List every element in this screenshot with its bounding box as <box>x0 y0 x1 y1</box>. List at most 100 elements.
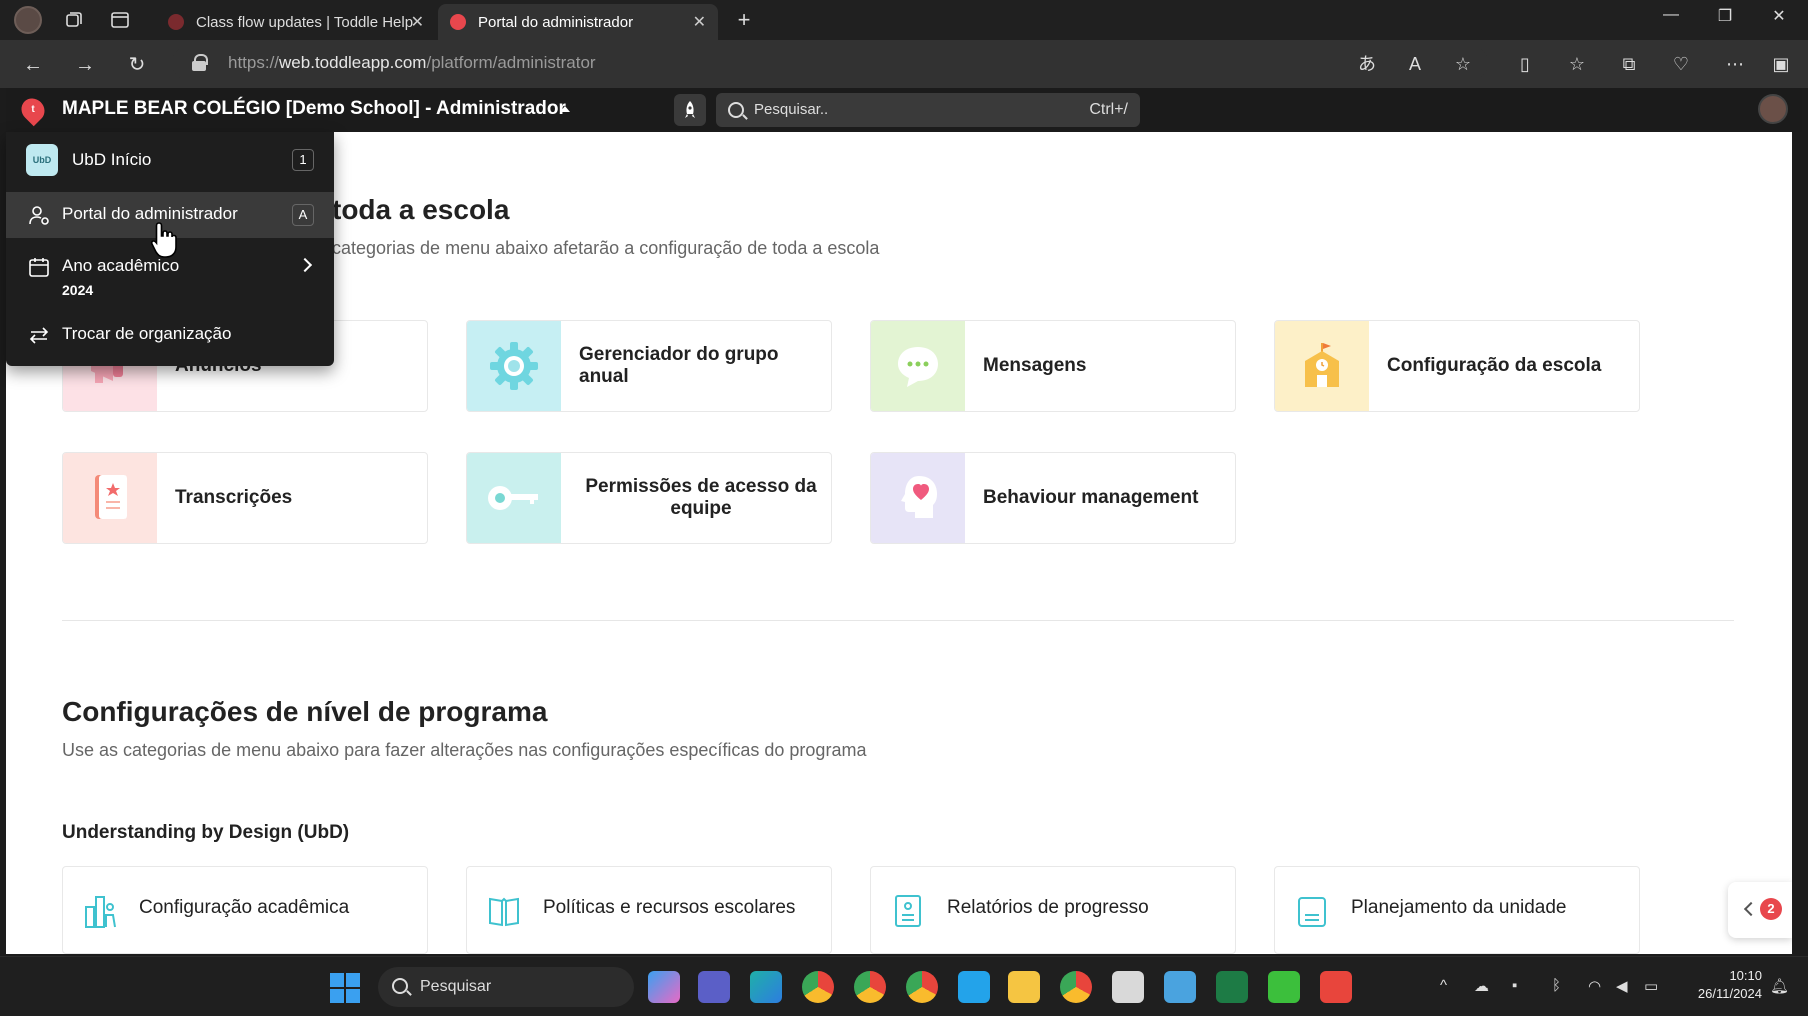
split-screen-icon[interactable]: ▯ <box>1512 51 1538 77</box>
wifi-icon[interactable]: ◠ <box>1588 977 1601 995</box>
collections-icon[interactable]: ⧉ <box>1616 51 1642 77</box>
card-politicas-recursos[interactable]: Políticas e recursos escolares <box>466 866 832 954</box>
card-label: Relatórios de progresso <box>947 897 1149 918</box>
close-tab-icon[interactable]: ✕ <box>693 12 706 32</box>
card-label: Políticas e recursos escolares <box>543 897 796 918</box>
toddle-logo[interactable]: t <box>16 93 50 127</box>
app-tray-icon[interactable]: ▪ <box>1512 977 1517 994</box>
recorder-icon[interactable] <box>1320 971 1352 1003</box>
transcript-document-icon <box>63 453 157 543</box>
edge-icon[interactable] <box>750 971 782 1003</box>
card-mensagens[interactable]: Mensagens <box>870 320 1236 412</box>
chrome-profile-1-icon[interactable] <box>802 971 834 1003</box>
more-options-icon[interactable]: ⋯ <box>1722 51 1748 77</box>
chrome-profile-2-icon[interactable] <box>854 971 886 1003</box>
url-field[interactable]: https://web.toddleapp.com/platform/admin… <box>172 45 1488 81</box>
system-clock[interactable]: 10:10 26/11/2024 <box>1676 967 1762 1003</box>
card-label: Permissões de acesso da equipe <box>585 476 817 519</box>
card-configuracao-escola[interactable]: Configuração da escola <box>1274 320 1640 412</box>
school-switcher-title[interactable]: MAPLE BEAR COLÉGIO [Demo School] - Admin… <box>62 98 566 120</box>
card-gerenciador-grupo-anual[interactable]: Gerenciador do grupo anual <box>466 320 832 412</box>
tab-actions-icon[interactable] <box>108 8 132 32</box>
menu-item-label: Trocar de organização <box>62 324 232 343</box>
card-transcricoes[interactable]: Transcrições <box>62 452 428 544</box>
battery-icon[interactable]: ▭ <box>1644 977 1658 995</box>
school-section-subtitle: categorias de menu abaixo afetarão a con… <box>332 238 880 258</box>
translate-icon[interactable]: あ <box>1354 51 1380 77</box>
close-window-icon[interactable]: ✕ <box>1756 6 1802 26</box>
card-configuracao-academica[interactable]: Configuração acadêmica <box>62 866 428 954</box>
tab-portal-administrador[interactable]: Portal do administrador ✕ <box>438 4 718 40</box>
bluetooth-icon[interactable]: ᛒ <box>1552 977 1561 994</box>
academic-year-value: 2024 <box>62 282 94 298</box>
favorites-list-icon[interactable]: ☆ <box>1564 51 1590 77</box>
card-behaviour-management[interactable]: Behaviour management <box>870 452 1236 544</box>
caret-up-icon[interactable] <box>560 106 570 112</box>
menu-item-trocar-organizacao[interactable]: Trocar de organização <box>6 312 334 358</box>
head-heart-icon <box>871 453 965 543</box>
excel-icon[interactable] <box>1216 971 1248 1003</box>
reload-icon[interactable]: ↻ <box>124 52 150 78</box>
global-search-input[interactable]: Pesquisar.. Ctrl+/ <box>716 93 1140 127</box>
tab-title: Portal do administrador <box>478 13 634 31</box>
program-section-subtitle: Use as categorias de menu abaixo para fa… <box>62 740 867 760</box>
key-icon <box>467 453 561 543</box>
close-tab-icon[interactable]: ✕ <box>411 12 424 32</box>
toddle-favicon-icon <box>168 14 184 30</box>
onedrive-icon[interactable]: ☁ <box>1474 977 1489 995</box>
windows-start-icon[interactable] <box>330 973 360 1003</box>
book-icon <box>489 897 519 927</box>
minimize-icon[interactable]: — <box>1648 6 1694 24</box>
chrome-profile-4-icon[interactable] <box>1060 971 1092 1003</box>
user-avatar[interactable] <box>1758 94 1788 124</box>
back-arrow-icon[interactable]: ← <box>20 52 46 78</box>
card-label: Planejamento da unidade <box>1351 897 1567 918</box>
restore-icon[interactable]: ❐ <box>1702 6 1748 26</box>
sidebar-toggle-icon[interactable]: ▣ <box>1768 51 1794 77</box>
notepad-icon[interactable] <box>1164 971 1196 1003</box>
section-divider <box>62 620 1734 621</box>
academic-config-icon <box>85 896 116 928</box>
report-icon <box>895 895 921 927</box>
notifications-icon[interactable]: 🔔︎ <box>1770 977 1789 995</box>
search-icon <box>728 102 744 118</box>
tab-title: Class flow updates | Toddle Help C <box>196 13 416 31</box>
lock-icon <box>192 54 208 71</box>
unit-planner-icon <box>1298 897 1326 927</box>
gear-icon <box>467 321 561 411</box>
volume-icon[interactable]: ◀ <box>1616 977 1628 995</box>
notification-badge: 2 <box>1760 898 1782 920</box>
search-placeholder: Pesquisar.. <box>754 101 829 118</box>
rocket-icon[interactable] <box>674 94 706 126</box>
card-relatorios-progresso[interactable]: Relatórios de progresso <box>870 866 1236 954</box>
browser-essentials-icon[interactable]: ♡ <box>1668 51 1694 77</box>
vscode-icon[interactable] <box>958 971 990 1003</box>
hand-cursor-icon <box>150 222 177 258</box>
new-tab-plus-icon[interactable]: + <box>732 7 756 32</box>
forward-arrow-icon[interactable]: → <box>72 52 98 78</box>
file-explorer-icon[interactable] <box>1008 971 1040 1003</box>
card-planejamento-unidade[interactable]: Planejamento da unidade <box>1274 866 1640 954</box>
clock-time: 10:10 <box>1729 968 1762 983</box>
taskbar-search-label: Pesquisar <box>420 978 492 995</box>
tab-class-flow-updates[interactable]: Class flow updates | Toddle Help C ✕ <box>156 4 436 40</box>
clock-date: 26/11/2024 <box>1697 986 1762 1001</box>
chrome-profile-3-icon[interactable] <box>906 971 938 1003</box>
chevron-up-icon[interactable]: ^ <box>1440 977 1447 994</box>
user-settings-icon <box>29 206 49 225</box>
snipping-tool-icon[interactable] <box>1112 971 1144 1003</box>
browser-tab-bar: Class flow updates | Toddle Help C ✕ Por… <box>0 0 1808 40</box>
card-label: Behaviour management <box>983 487 1199 508</box>
menu-item-ubd-inicio[interactable]: UbD UbD Início 1 <box>6 132 334 188</box>
browser-profile-avatar[interactable] <box>14 6 42 34</box>
teams-icon[interactable] <box>698 971 730 1003</box>
copilot-icon[interactable] <box>648 971 680 1003</box>
read-aloud-icon[interactable]: A <box>1402 51 1428 77</box>
camtasia-icon[interactable] <box>1268 971 1300 1003</box>
taskbar-search[interactable]: Pesquisar <box>378 967 634 1007</box>
help-widget[interactable]: 2 <box>1728 882 1792 938</box>
favorite-star-icon[interactable]: ☆ <box>1450 51 1476 77</box>
card-permissoes-acesso-equipe[interactable]: Permissões de acesso da equipe <box>466 452 832 544</box>
windows-taskbar: Pesquisar ^ ☁ ▪ ᛒ ◠ ◀ ▭ 10:10 26/11/2024… <box>0 956 1808 1016</box>
workspaces-icon[interactable] <box>62 8 86 32</box>
